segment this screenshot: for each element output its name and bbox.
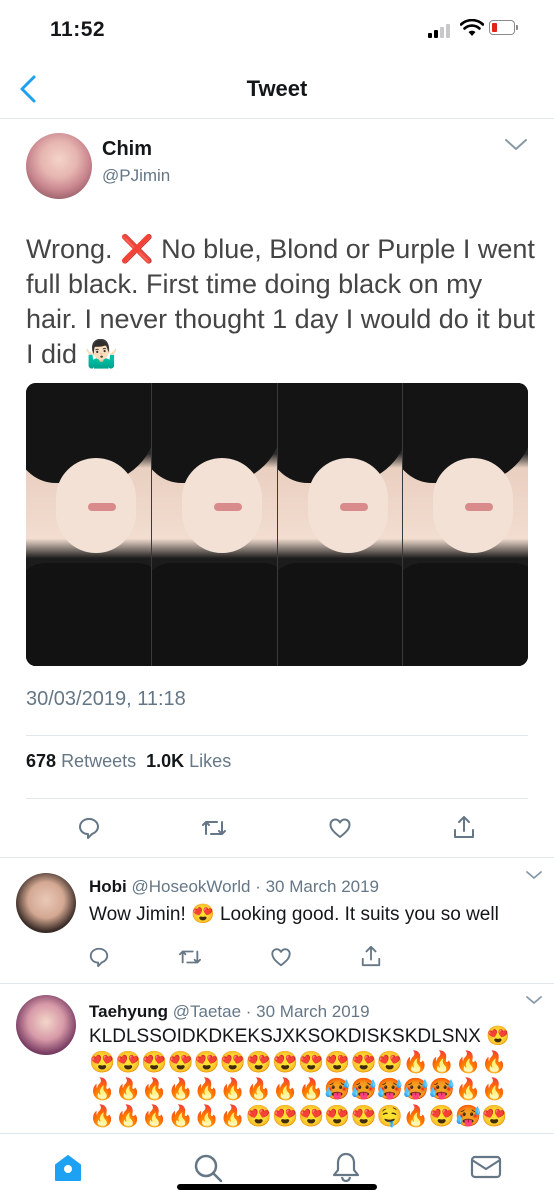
like-icon[interactable]	[270, 946, 292, 968]
chevron-down-icon[interactable]	[525, 870, 543, 881]
retweet-icon[interactable]	[178, 946, 202, 968]
divider	[26, 735, 528, 736]
reply-header: Hobi @HoseokWorld · 30 March 2019	[89, 877, 379, 897]
reply-avatar[interactable]	[16, 995, 76, 1055]
search-icon[interactable]	[192, 1152, 224, 1184]
reply-icon[interactable]	[77, 816, 101, 840]
divider	[0, 983, 554, 984]
likes-count[interactable]: 1.0K	[146, 751, 184, 771]
tweet-stats: 678 Retweets 1.0K Likes	[26, 751, 231, 772]
chevron-down-icon[interactable]	[504, 138, 528, 152]
reply-text: Wow Jimin! 😍 Looking good. It suits you …	[89, 904, 499, 925]
reply-emoji-text: 😍😍😍😍😍😍😍😍😍😍😍😍🔥🔥🔥🔥 🔥🔥🔥🔥🔥🔥🔥🔥🔥🥵🥵🥵🥵🥵🔥🔥 🔥🔥🔥🔥🔥🔥…	[89, 1049, 539, 1130]
share-icon[interactable]	[452, 814, 476, 840]
status-time: 11:52	[50, 18, 106, 41]
notifications-icon[interactable]	[331, 1151, 361, 1183]
tweet-media-image[interactable]	[26, 383, 528, 666]
photo-panel	[26, 383, 152, 666]
reply-author-name[interactable]: Hobi	[89, 877, 127, 896]
reply-author-name[interactable]: Taehyung	[89, 1002, 168, 1021]
tweet-actions	[0, 808, 554, 848]
wifi-icon	[460, 19, 484, 36]
share-icon[interactable]	[360, 944, 382, 968]
reply-text: KLDLSSOIDKDKEKSJXKSOKDISKSKDLSNX 😍	[89, 1026, 510, 1047]
emoji-line: 😍😍😍😍😍😍😍😍😍😍😍😍🔥🔥🔥🔥	[89, 1051, 508, 1074]
photo-panel	[403, 383, 528, 666]
author-avatar[interactable]	[26, 133, 92, 199]
author-name[interactable]: Chim	[102, 138, 152, 161]
author-handle[interactable]: @PJimin	[102, 166, 170, 186]
retweets-label[interactable]: Retweets	[61, 751, 136, 771]
tweet-timestamp: 30/03/2019, 11:18	[26, 688, 186, 710]
reply-header: Taehyung @Taetae · 30 March 2019	[89, 1002, 370, 1022]
emoji-line: 🔥🔥🔥🔥🔥🔥😍😍😍😍😍🤤🔥😍🥵😍	[89, 1105, 508, 1128]
home-indicator[interactable]	[177, 1184, 377, 1190]
nav-bar: Tweet	[0, 60, 554, 119]
tweet-text: Wrong. ❌ No blue, Blond or Purple I went…	[26, 234, 535, 369]
reply-icon[interactable]	[88, 946, 110, 968]
chevron-down-icon[interactable]	[525, 995, 543, 1006]
reply-meta: @Taetae · 30 March 2019	[172, 1002, 370, 1021]
battery-icon	[489, 20, 519, 37]
divider	[0, 857, 554, 858]
reply-meta: @HoseokWorld · 30 March 2019	[131, 877, 380, 896]
reply-avatar[interactable]	[16, 873, 76, 933]
emoji-line: 🔥🔥🔥🔥🔥🔥🔥🔥🔥🥵🥵🥵🥵🥵🔥🔥	[89, 1078, 508, 1101]
tab-bar	[0, 1133, 554, 1201]
likes-label[interactable]: Likes	[189, 751, 231, 771]
retweets-count[interactable]: 678	[26, 751, 56, 771]
photo-panel	[277, 383, 404, 666]
page-title: Tweet	[246, 76, 308, 101]
retweet-icon[interactable]	[201, 816, 227, 840]
like-icon[interactable]	[328, 816, 352, 840]
photo-panel	[151, 383, 278, 666]
divider	[26, 798, 528, 799]
cellular-signal-icon	[428, 22, 456, 38]
status-bar: 11:52	[0, 0, 554, 60]
home-icon[interactable]	[53, 1154, 83, 1182]
messages-icon[interactable]	[470, 1154, 502, 1180]
